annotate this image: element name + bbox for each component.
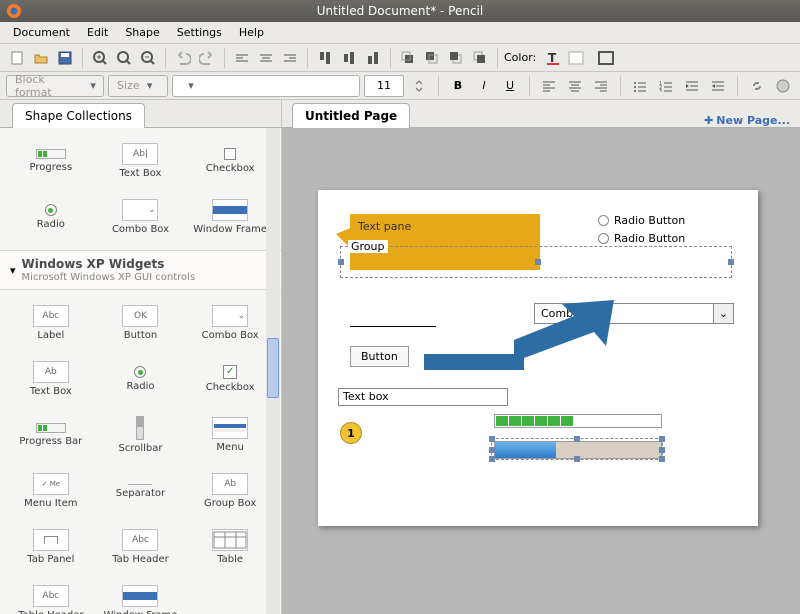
bullet-list-button[interactable] xyxy=(629,75,651,97)
page[interactable]: Text pane Group Radio Button Radio Butto… xyxy=(318,190,758,526)
zoom-out-button[interactable] xyxy=(137,47,159,69)
shape-stencil[interactable]: AbcTable Header xyxy=(8,576,94,614)
tab-untitled-page[interactable]: Untitled Page xyxy=(292,103,410,128)
shape-stencil[interactable]: Tab Panel xyxy=(8,520,94,574)
new-page-button[interactable]: ✚ New Page... xyxy=(704,114,790,127)
shape-stencil[interactable]: Radio xyxy=(8,190,94,244)
menu-document[interactable]: Document xyxy=(6,24,77,41)
unlink-button[interactable] xyxy=(772,75,794,97)
shape-stencil[interactable]: AbGroup Box xyxy=(187,464,273,518)
zoom-in-button[interactable] xyxy=(89,47,111,69)
shape-stencil[interactable]: Radio xyxy=(98,352,184,406)
underline-button[interactable]: U xyxy=(499,75,521,97)
chevron-down-icon: ⌄ xyxy=(713,304,733,323)
valign-middle-button[interactable] xyxy=(338,47,360,69)
valign-top-button[interactable] xyxy=(314,47,336,69)
shape-group-box[interactable] xyxy=(340,246,732,278)
bring-front-button[interactable] xyxy=(397,47,419,69)
shape-stencil[interactable]: Table xyxy=(187,520,273,574)
stroke-color-button[interactable] xyxy=(596,47,624,69)
shape-text-box[interactable]: Text box xyxy=(338,388,508,406)
bold-button[interactable]: B xyxy=(447,75,469,97)
shape-stencil[interactable]: Window Frame xyxy=(187,190,273,244)
group-header-xp[interactable]: ▾ Windows XP Widgets Microsoft Windows X… xyxy=(0,250,281,290)
text-align-right-button[interactable] xyxy=(590,75,612,97)
numbered-list-button[interactable]: 123 xyxy=(655,75,677,97)
italic-button[interactable]: I xyxy=(473,75,495,97)
shape-stencil[interactable]: ⌄Combo Box xyxy=(187,296,273,350)
menu-shape[interactable]: Shape xyxy=(118,24,166,41)
shape-stencil[interactable]: Checkbox xyxy=(187,134,273,188)
tab-shape-collections[interactable]: Shape Collections xyxy=(12,103,145,128)
bring-forward-button[interactable] xyxy=(421,47,443,69)
align-center-button[interactable] xyxy=(255,47,277,69)
text-align-center-button[interactable] xyxy=(564,75,586,97)
shape-progress-bar-selected[interactable] xyxy=(491,438,663,460)
menu-help[interactable]: Help xyxy=(232,24,271,41)
shape-stencil[interactable]: Ab|Text Box xyxy=(98,134,184,188)
shape-stencil[interactable]: Menu xyxy=(187,408,273,462)
shape-stencil[interactable]: Scrollbar xyxy=(98,408,184,462)
app-icon xyxy=(6,3,22,19)
shape-stencil[interactable]: Progress xyxy=(8,134,94,188)
shape-stencil[interactable]: Window Frame xyxy=(98,576,184,614)
open-button[interactable] xyxy=(30,47,52,69)
plus-icon: ✚ xyxy=(704,114,713,127)
sidebar: Shape Collections ProgressAb|Text BoxChe… xyxy=(0,100,282,614)
shape-stencil[interactable]: Progress Bar xyxy=(8,408,94,462)
text-color-button[interactable]: T xyxy=(542,47,564,69)
valign-bottom-button[interactable] xyxy=(362,47,384,69)
window-titlebar: Untitled Document* - Pencil xyxy=(0,0,800,22)
svg-text:T: T xyxy=(548,51,557,65)
shape-stencil[interactable]: ✓Checkbox xyxy=(187,352,273,406)
text-align-left-button[interactable] xyxy=(538,75,560,97)
save-button[interactable] xyxy=(54,47,76,69)
send-back-button[interactable] xyxy=(469,47,491,69)
shape-stencil[interactable]: ✓ MeMenu Item xyxy=(8,464,94,518)
fill-color-button[interactable] xyxy=(566,47,594,69)
shape-stencil[interactable]: ⌄Combo Box xyxy=(98,190,184,244)
block-format-select[interactable]: Block format▾ xyxy=(6,75,104,97)
font-size-input[interactable]: 11 xyxy=(364,75,404,97)
shape-radio-1[interactable]: Radio Button xyxy=(598,214,685,227)
shape-progress-segmented[interactable] xyxy=(494,414,662,428)
menu-bar: Document Edit Shape Settings Help xyxy=(0,22,800,44)
font-size-spinner[interactable] xyxy=(408,75,430,97)
indent-button[interactable] xyxy=(681,75,703,97)
shape-button[interactable]: Button xyxy=(350,346,409,367)
shape-list: ProgressAb|Text BoxCheckboxRadio⌄Combo B… xyxy=(0,128,281,614)
main-toolbar: Color: T xyxy=(0,44,800,72)
menu-edit[interactable]: Edit xyxy=(80,24,115,41)
svg-text:3: 3 xyxy=(659,89,662,92)
shape-number-badge[interactable]: 1 xyxy=(340,422,362,444)
canvas[interactable]: Text pane Group Radio Button Radio Butto… xyxy=(282,128,800,614)
sidebar-scrollbar[interactable] xyxy=(266,128,280,614)
shape-stencil[interactable]: Separator xyxy=(98,464,184,518)
align-right-button[interactable] xyxy=(279,47,301,69)
font-family-select[interactable]: ▾ xyxy=(172,75,360,97)
shape-radio-2[interactable]: Radio Button xyxy=(598,232,685,245)
shape-arrow[interactable] xyxy=(414,296,614,366)
link-button[interactable] xyxy=(746,75,768,97)
shape-stencil[interactable]: AbcTab Header xyxy=(98,520,184,574)
group-label: Group xyxy=(348,240,388,253)
align-left-button[interactable] xyxy=(231,47,253,69)
undo-button[interactable] xyxy=(172,47,194,69)
collapse-icon: ▾ xyxy=(10,264,16,277)
shape-stencil[interactable]: AbText Box xyxy=(8,352,94,406)
size-select[interactable]: Size▾ xyxy=(108,75,168,97)
color-label: Color: xyxy=(504,51,536,64)
shape-stencil[interactable]: AbcLabel xyxy=(8,296,94,350)
shape-stencil[interactable]: OKButton xyxy=(98,296,184,350)
new-document-button[interactable] xyxy=(6,47,28,69)
send-backward-button[interactable] xyxy=(445,47,467,69)
menu-settings[interactable]: Settings xyxy=(170,24,229,41)
format-toolbar: Block format▾ Size▾ ▾ 11 B I U 123 xyxy=(0,72,800,100)
outdent-button[interactable] xyxy=(707,75,729,97)
zoom-reset-button[interactable] xyxy=(113,47,135,69)
redo-button[interactable] xyxy=(196,47,218,69)
window-title: Untitled Document* - Pencil xyxy=(317,4,483,18)
